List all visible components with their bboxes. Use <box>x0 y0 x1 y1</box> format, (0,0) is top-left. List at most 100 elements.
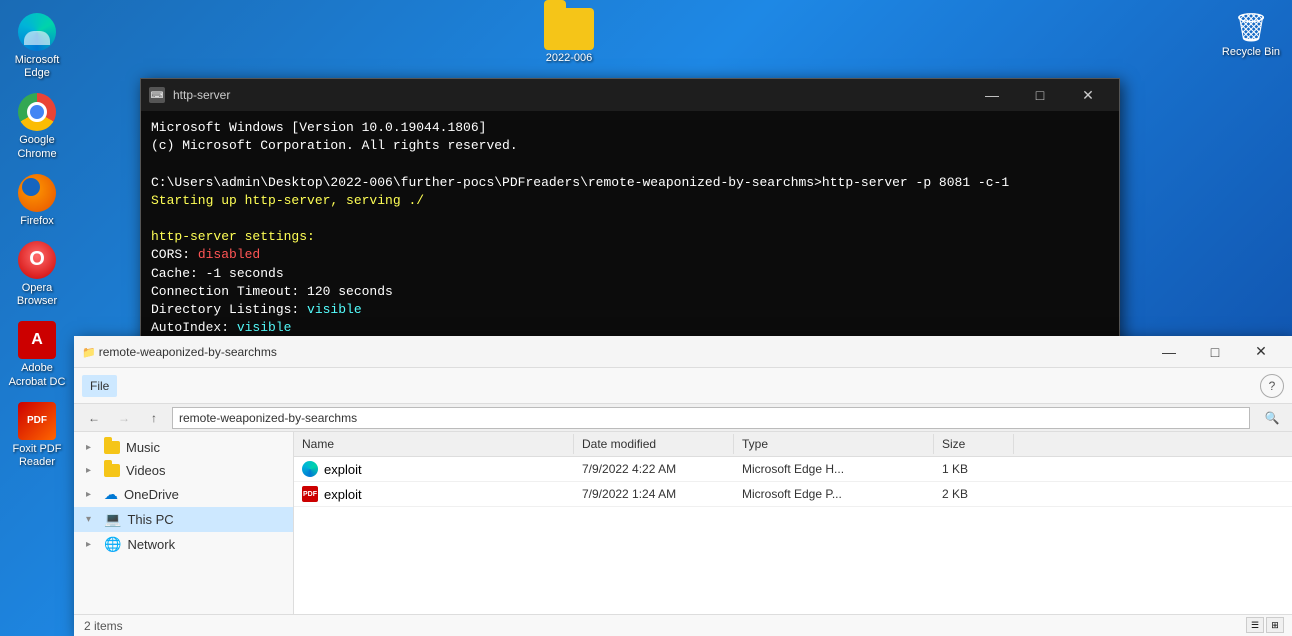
file-explorer-titlebar: 📁 remote-weaponized-by-searchms — □ ✕ <box>74 336 1292 368</box>
desktop-icon-foxit[interactable]: PDF Foxit PDF Reader <box>2 397 72 473</box>
sidebar-label-this-pc: This PC <box>127 512 173 527</box>
desktop-folder-2022-006[interactable]: 2022-006 <box>540 4 598 68</box>
cmd-maximize-button[interactable]: □ <box>1017 79 1063 111</box>
desktop-icon-label-foxit: Foxit PDF Reader <box>6 443 68 469</box>
file-type-2: Microsoft Edge P... <box>734 482 934 506</box>
sidebar-item-network[interactable]: ▸ 🌐 Network <box>74 532 293 557</box>
file-explorer-window: 📁 remote-weaponized-by-searchms — □ ✕ Fi… <box>74 336 1292 636</box>
col-header-date[interactable]: Date modified <box>574 434 734 454</box>
edge-icon <box>18 13 56 51</box>
cmd-line-12: AutoIndex: visible <box>151 319 1109 337</box>
cmd-line-5: Starting up http-server, serving ./ <box>151 192 1109 210</box>
file-size-2: 2 KB <box>934 482 1014 506</box>
cmd-line-3 <box>151 155 1109 173</box>
cmd-titlebar: ⌨ http-server — □ ✕ <box>141 79 1119 111</box>
view-toggle-buttons: ☰ ⊞ <box>1246 617 1284 633</box>
recycle-bin-label: Recycle Bin <box>1222 46 1280 58</box>
desktop-icon-label-firefox: Firefox <box>20 215 54 228</box>
file-explorer-content: Name Date modified Type Size exploit 7/9… <box>294 432 1292 636</box>
cmd-line-10: Connection Timeout: 120 seconds <box>151 283 1109 301</box>
sidebar-item-onedrive[interactable]: ▸ ☁ OneDrive <box>74 482 293 507</box>
network-icon: 🌐 <box>104 536 121 553</box>
firefox-icon <box>18 174 56 212</box>
pdf-file-icon: PDF <box>302 486 318 502</box>
sidebar-item-this-pc[interactable]: ▾ 💻 This PC <box>74 507 293 532</box>
expand-icon-videos: ▸ <box>86 465 96 476</box>
desktop-icon-opera[interactable]: Opera Browser <box>2 236 72 312</box>
cmd-titlebar-buttons: — □ ✕ <box>969 79 1111 111</box>
toolbar-help-button[interactable]: ? <box>1260 374 1284 398</box>
edge-file-icon <box>302 461 318 477</box>
desktop-icon-acrobat[interactable]: A Adobe Acrobat DC <box>2 316 72 392</box>
cmd-minimize-button[interactable]: — <box>969 79 1015 111</box>
sidebar-label-onedrive: OneDrive <box>124 487 179 502</box>
desktop-icon-label-opera: Opera Browser <box>6 282 68 308</box>
toolbar-file-button[interactable]: File <box>82 375 117 397</box>
cmd-line-11: Directory Listings: visible <box>151 301 1109 319</box>
fe-address-input[interactable] <box>172 407 1250 429</box>
table-header: Name Date modified Type Size <box>294 432 1292 457</box>
expand-icon-pc: ▾ <box>86 514 96 525</box>
table-row[interactable]: PDF exploit 7/9/2022 1:24 AM Microsoft E… <box>294 482 1292 507</box>
file-explorer-main: ▸ Music ▸ Videos ▸ ☁ OneDrive ▾ 💻 <box>74 432 1292 636</box>
fe-up-button[interactable]: ↑ <box>142 407 166 429</box>
cmd-line-7: http-server settings: <box>151 228 1109 246</box>
view-grid-button[interactable]: ⊞ <box>1266 617 1284 633</box>
file-size-1: 1 KB <box>934 457 1014 481</box>
file-explorer-title: 📁 remote-weaponized-by-searchms <box>82 345 1146 359</box>
file-explorer-addressbar: ← → ↑ 🔍 <box>74 404 1292 432</box>
cmd-line-2: (c) Microsoft Corporation. All rights re… <box>151 137 1109 155</box>
foxit-icon: PDF <box>18 402 56 440</box>
file-explorer-sidebar: ▸ Music ▸ Videos ▸ ☁ OneDrive ▾ 💻 <box>74 432 294 636</box>
cmd-line-9: Cache: -1 seconds <box>151 265 1109 283</box>
desktop-icon-microsoft-edge[interactable]: Microsoft Edge <box>2 8 72 84</box>
status-item-count: 2 items <box>84 619 123 633</box>
file-explorer-statusbar: 2 items ☰ ⊞ <box>74 614 1292 636</box>
sidebar-label-network: Network <box>127 537 175 552</box>
file-name-cell-2: PDF exploit <box>294 482 574 506</box>
desktop-icon-list: Microsoft Edge Google Chrome Firefox Ope… <box>0 0 74 636</box>
col-header-size[interactable]: Size <box>934 434 1014 454</box>
table-row[interactable]: exploit 7/9/2022 4:22 AM Microsoft Edge … <box>294 457 1292 482</box>
folder-icon <box>544 8 594 50</box>
desktop-icon-firefox[interactable]: Firefox <box>2 169 72 232</box>
music-folder-icon <box>104 441 120 454</box>
file-date-1: 7/9/2022 4:22 AM <box>574 457 734 481</box>
sidebar-item-videos[interactable]: ▸ Videos <box>74 459 293 482</box>
col-header-type[interactable]: Type <box>734 434 934 454</box>
opera-icon <box>18 241 56 279</box>
expand-icon-network: ▸ <box>86 539 96 550</box>
fe-maximize-button[interactable]: □ <box>1192 338 1238 366</box>
fe-forward-button[interactable]: → <box>112 407 136 429</box>
sidebar-label-videos: Videos <box>126 463 166 478</box>
col-header-name[interactable]: Name <box>294 434 574 454</box>
fe-search-button[interactable]: 🔍 <box>1260 407 1284 429</box>
folder-label: 2022-006 <box>546 52 593 64</box>
file-name-2: exploit <box>324 487 362 502</box>
cmd-titlebar-title: http-server <box>173 88 969 102</box>
desktop-icon-label-edge: Microsoft Edge <box>6 54 68 80</box>
this-pc-icon: 💻 <box>104 511 121 528</box>
file-date-2: 7/9/2022 1:24 AM <box>574 482 734 506</box>
desktop-icon-label-acrobat: Adobe Acrobat DC <box>6 362 68 388</box>
fe-minimize-button[interactable]: — <box>1146 338 1192 366</box>
cmd-line-1: Microsoft Windows [Version 10.0.19044.18… <box>151 119 1109 137</box>
recycle-bin-icon: 🗑 <box>1232 8 1270 46</box>
cmd-close-button[interactable]: ✕ <box>1065 79 1111 111</box>
file-name-1: exploit <box>324 462 362 477</box>
desktop-icon-label-chrome: Google Chrome <box>6 134 68 160</box>
cmd-titlebar-icon: ⌨ <box>149 87 165 103</box>
fe-back-button[interactable]: ← <box>82 407 106 429</box>
sidebar-item-music[interactable]: ▸ Music <box>74 436 293 459</box>
chrome-icon <box>18 93 56 131</box>
expand-icon-onedrive: ▸ <box>86 489 96 500</box>
expand-icon: ▸ <box>86 442 96 453</box>
videos-folder-icon <box>104 464 120 477</box>
view-details-button[interactable]: ☰ <box>1246 617 1264 633</box>
fe-close-button[interactable]: ✕ <box>1238 338 1284 366</box>
onedrive-icon: ☁ <box>104 486 118 503</box>
acrobat-icon: A <box>18 321 56 359</box>
cmd-line-8: CORS: disabled <box>151 246 1109 264</box>
desktop-icon-google-chrome[interactable]: Google Chrome <box>2 88 72 164</box>
desktop-recycle-bin[interactable]: 🗑 Recycle Bin <box>1218 4 1284 62</box>
